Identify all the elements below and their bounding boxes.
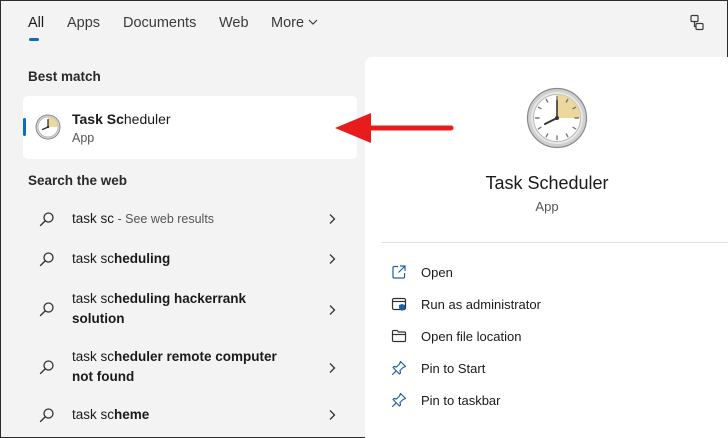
task-scheduler-clock-icon — [526, 87, 588, 149]
tab-all[interactable]: All — [28, 15, 44, 31]
chevron-right-icon — [329, 305, 336, 315]
folder-icon — [391, 329, 407, 343]
best-match-title: Task Scheduler — [72, 111, 171, 127]
chevron-right-icon — [329, 410, 336, 420]
selection-indicator — [23, 118, 26, 136]
best-match-result[interactable]: Task Scheduler App — [23, 96, 357, 159]
search-icon — [39, 302, 54, 317]
search-icon — [39, 360, 54, 375]
pin-icon — [391, 392, 407, 408]
tab-apps[interactable]: Apps — [67, 15, 100, 31]
tab-web[interactable]: Web — [219, 15, 249, 31]
best-match-heading: Best match — [28, 69, 101, 84]
action-label: Open file location — [421, 329, 522, 344]
web-result-text: task scheduling — [72, 249, 312, 269]
web-result-text: task scheduler remote computer not found — [72, 347, 292, 387]
action-run-as-administrator[interactable]: Run as administrator — [389, 293, 689, 315]
web-result-text: task sc - See web results — [72, 209, 312, 229]
web-result-task-scheduler-remote[interactable]: task scheduler remote computer not found — [23, 346, 357, 390]
web-result-task-scheme[interactable]: task scheme — [23, 402, 357, 428]
red-arrow-annotation — [335, 113, 454, 143]
action-open-file-location[interactable]: Open file location — [389, 325, 689, 347]
search-web-heading: Search the web — [28, 173, 128, 188]
web-result-task-sc[interactable]: task sc - See web results — [23, 206, 357, 232]
active-tab-indicator — [29, 38, 39, 41]
web-result-task-scheduling[interactable]: task scheduling — [23, 246, 357, 272]
action-label: Open — [421, 265, 453, 280]
suggestion-bold: heme — [114, 407, 150, 422]
open-icon — [392, 265, 406, 279]
title-match-bold: Task Sc — [72, 111, 124, 127]
chevron-down-icon — [308, 19, 318, 25]
search-icon — [39, 212, 54, 227]
search-icon — [39, 252, 54, 267]
search-icon — [39, 408, 54, 423]
search-window: All Apps Documents Web More Best match T… — [0, 0, 728, 438]
web-result-text: task scheme — [72, 405, 312, 425]
shield-admin-icon — [391, 297, 407, 311]
tab-more-label: More — [271, 15, 305, 31]
detail-app-title: Task Scheduler — [485, 173, 609, 193]
detail-app-type: App — [535, 199, 559, 214]
best-match-type: App — [72, 131, 95, 145]
task-scheduler-clock-icon — [35, 114, 61, 140]
tab-documents[interactable]: Documents — [123, 15, 196, 31]
query-text: task sc — [72, 291, 115, 306]
filter-tabs: All Apps Documents Web More — [1, 1, 728, 47]
query-text: task sc — [72, 251, 115, 266]
connected-devices-icon[interactable] — [687, 14, 707, 32]
query-text: task sc — [72, 211, 115, 226]
query-text: task sc — [72, 349, 115, 364]
action-label: Run as administrator — [421, 297, 541, 312]
chevron-right-icon — [329, 214, 336, 224]
pin-icon — [391, 360, 407, 376]
title-rest: heduler — [123, 111, 171, 127]
query-text: task sc — [72, 407, 115, 422]
action-label: Pin to taskbar — [421, 393, 501, 408]
web-result-text: task scheduling hackerrank solution — [72, 289, 272, 329]
web-result-task-scheduling-hackerrank[interactable]: task scheduling hackerrank solution — [23, 288, 357, 332]
chevron-right-icon — [329, 254, 336, 264]
chevron-right-icon — [329, 363, 336, 373]
action-open[interactable]: Open — [389, 261, 689, 283]
action-pin-to-taskbar[interactable]: Pin to taskbar — [389, 389, 689, 411]
action-label: Pin to Start — [421, 361, 486, 376]
tab-more[interactable]: More — [271, 15, 318, 31]
divider — [381, 242, 728, 243]
web-result-hint: - See web results — [114, 212, 215, 226]
suggestion-bold: heduling — [114, 251, 171, 266]
action-pin-to-start[interactable]: Pin to Start — [389, 357, 689, 379]
